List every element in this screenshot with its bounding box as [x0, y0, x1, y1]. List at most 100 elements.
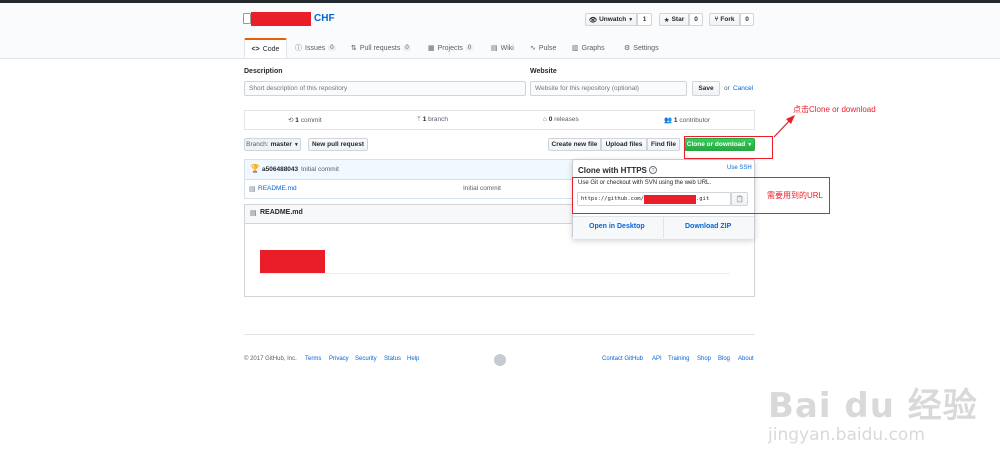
gear-icon: ⚙ — [624, 45, 631, 52]
star-count[interactable]: 0 — [689, 13, 703, 26]
tab-settings-label: Settings — [633, 44, 659, 52]
branches-summary[interactable]: ᛘ 1 branch — [417, 116, 448, 123]
footer-link-security[interactable]: Security — [355, 356, 377, 362]
website-label: Website — [530, 68, 557, 75]
annotation-box-clone-button — [684, 136, 773, 159]
tag-icon: ⌂ — [543, 116, 547, 123]
dropdown-footer-divider — [663, 216, 664, 238]
footer-link-contact[interactable]: Contact GitHub — [602, 356, 643, 362]
commit-message: Initial commit — [301, 166, 339, 173]
pulse-icon: ∿ — [530, 45, 536, 52]
save-button[interactable]: Save — [692, 81, 720, 96]
tab-settings[interactable]: ⚙ Settings — [624, 38, 659, 58]
eye-icon: 👁 — [588, 16, 598, 24]
tab-pull-requests-label: Pull requests — [359, 44, 401, 52]
commits-label: commit — [300, 117, 322, 124]
footer-link-status[interactable]: Status — [384, 356, 401, 362]
branch-select-button[interactable]: Branch: master ▼ — [244, 138, 301, 151]
fork-count[interactable]: 0 — [740, 13, 754, 26]
use-ssh-link[interactable]: Use SSH — [727, 165, 752, 171]
fork-icon: ⑂ — [714, 16, 719, 23]
avatar: 🏆 — [250, 164, 260, 173]
releases-label: releases — [554, 116, 579, 123]
new-pull-request-button[interactable]: New pull request — [308, 138, 368, 151]
footer-divider — [244, 334, 755, 335]
contributors-summary[interactable]: 👥 1 contributor — [664, 116, 710, 124]
description-input[interactable] — [244, 81, 526, 96]
description-label: Description — [244, 68, 283, 75]
branch-name: master — [270, 141, 292, 148]
contributors-label: contributor — [679, 117, 711, 124]
open-in-desktop-link[interactable]: Open in Desktop — [589, 223, 645, 230]
cancel-link[interactable]: Cancel — [733, 85, 753, 92]
watermark-brand: Bai du 经验 — [768, 386, 978, 426]
history-icon: ⟲ — [288, 117, 294, 124]
tab-pull-requests[interactable]: ⇅ Pull requests 0 — [351, 38, 411, 58]
redacted-owner-name — [251, 12, 311, 26]
repo-icon — [243, 13, 251, 24]
commits-summary[interactable]: ⟲ 1 commit — [288, 116, 322, 124]
redacted-readme-heading — [260, 250, 325, 273]
branch-icon: ᛘ — [417, 116, 421, 123]
download-zip-link[interactable]: Download ZIP — [685, 223, 731, 230]
question-icon[interactable]: ? — [649, 166, 657, 174]
github-logo-icon[interactable] — [494, 354, 506, 366]
tab-issues[interactable]: ⓘ Issues 0 — [295, 38, 336, 58]
caret-down-icon: ▼ — [293, 141, 299, 148]
unwatch-label: Unwatch — [599, 16, 627, 23]
pull-requests-count-badge: 0 — [403, 45, 411, 51]
footer-link-privacy[interactable]: Privacy — [329, 356, 349, 362]
footer-link-api[interactable]: API — [652, 356, 662, 362]
book-icon: ▤ — [491, 45, 498, 52]
commit-author-link[interactable]: a506488043 — [262, 166, 298, 173]
fork-button[interactable]: ⑂ Fork — [709, 13, 740, 26]
tab-graphs-label: Graphs — [581, 44, 605, 52]
tab-code-label: Code — [262, 45, 280, 53]
commits-num: 1 — [295, 117, 299, 124]
tab-wiki[interactable]: ▤ Wiki — [491, 38, 514, 58]
find-file-button[interactable]: Find file — [647, 138, 680, 151]
releases-summary[interactable]: ⌂ 0 releases — [543, 116, 579, 123]
issues-count-badge: 0 — [328, 45, 336, 51]
tab-pulse-label: Pulse — [538, 44, 557, 52]
branches-num: 1 — [422, 116, 427, 123]
contributors-num: 1 — [673, 117, 678, 124]
tab-pulse[interactable]: ∿ Pulse — [530, 38, 556, 58]
repo-name-link[interactable]: CHF — [314, 13, 335, 24]
create-new-file-button[interactable]: Create new file — [548, 138, 601, 151]
website-input[interactable] — [530, 81, 687, 96]
clone-dropdown-title: Clone with HTTPS — [578, 166, 647, 175]
graph-icon: ▥ — [572, 45, 579, 52]
tab-issues-label: Issues — [305, 44, 326, 52]
tab-graphs[interactable]: ▥ Graphs — [572, 38, 605, 58]
caret-down-icon: ▼ — [628, 16, 634, 23]
file-readme-link[interactable]: README.md — [258, 185, 297, 192]
tab-code[interactable]: <> Code — [244, 38, 287, 58]
footer-link-training[interactable]: Training — [668, 356, 689, 362]
watch-count[interactable]: 1 — [637, 13, 652, 26]
footer-link-help[interactable]: Help — [407, 356, 419, 362]
branches-label: branch — [428, 116, 449, 123]
footer-copyright: © 2017 GitHub, Inc. — [244, 356, 297, 362]
project-icon: ▦ — [428, 45, 435, 52]
releases-num: 0 — [548, 116, 553, 123]
file-commit-message[interactable]: Initial commit — [463, 185, 501, 192]
footer-link-shop[interactable]: Shop — [697, 356, 711, 362]
branch-prefix: Branch: — [246, 141, 269, 148]
star-label: Star — [671, 16, 685, 23]
file-icon: ▤ — [249, 186, 256, 193]
footer-link-terms[interactable]: Terms — [305, 356, 321, 362]
or-text: or — [724, 85, 730, 92]
footer-link-about[interactable]: About — [738, 356, 754, 362]
upload-files-button[interactable]: Upload files — [601, 138, 647, 151]
star-button[interactable]: ★ Star — [659, 13, 689, 26]
footer-link-blog[interactable]: Blog — [718, 356, 730, 362]
readme-divider — [260, 273, 730, 274]
fork-label: Fork — [720, 16, 735, 23]
annotation-needed-url: 需要用到的URL — [767, 191, 824, 200]
unwatch-button[interactable]: 👁 Unwatch ▼ — [585, 13, 637, 26]
watermark-url: jingyan.baidu.com — [768, 425, 925, 445]
readme-title: README.md — [260, 209, 303, 216]
tab-projects[interactable]: ▦ Projects 0 — [428, 38, 474, 58]
book-icon: ▤ — [250, 210, 257, 217]
